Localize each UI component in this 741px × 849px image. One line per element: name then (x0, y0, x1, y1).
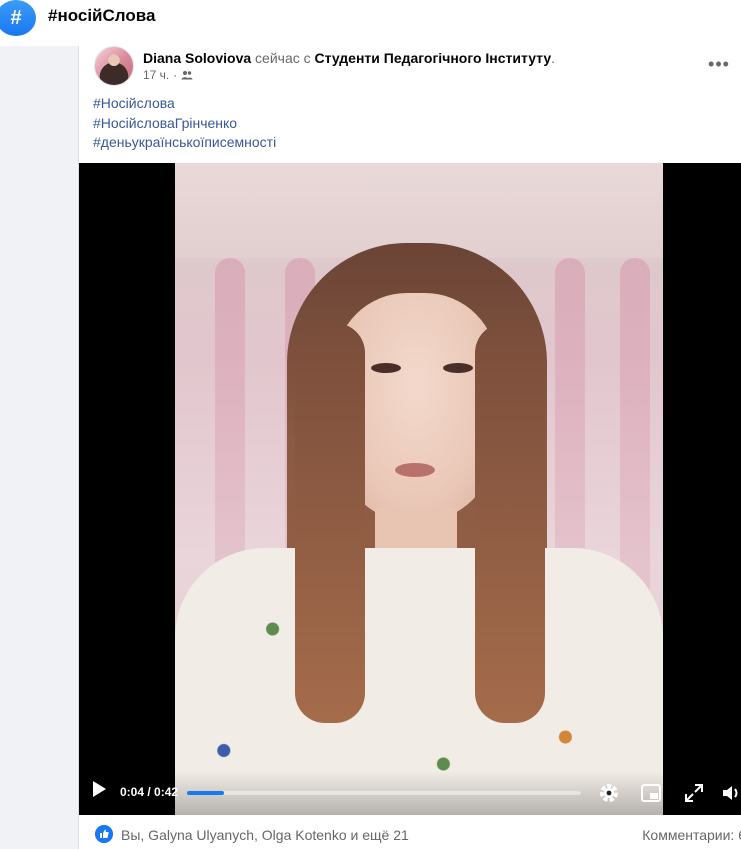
picture-in-picture-icon[interactable] (639, 781, 663, 805)
group-name-link[interactable]: Студенти Педагогічного Інституту (315, 50, 552, 66)
hashtag-link[interactable]: #НосійсловаГрінченко (93, 114, 276, 134)
post-time[interactable]: 17 ч. (143, 68, 169, 82)
video-progress-bar[interactable] (187, 791, 581, 795)
volume-icon[interactable] (719, 781, 741, 805)
video-controls: 0:04 / 0:42 (79, 771, 741, 815)
post-author-line: Diana Soloviova сейчас с Студенти Педаго… (143, 50, 556, 66)
author-name-link[interactable]: Diana Soloviova (143, 50, 251, 66)
more-dots-icon: ••• (708, 54, 730, 74)
video-frame (175, 163, 663, 815)
post-connector: сейчас с (255, 50, 311, 66)
comments-count-link[interactable]: Комментарии: 6 (642, 827, 741, 843)
hashtag-icon: # (0, 0, 36, 36)
video-time: 0:04 / 0:42 (120, 785, 179, 799)
fullscreen-icon[interactable] (682, 781, 706, 805)
more-options-button[interactable]: ••• (705, 55, 733, 78)
post-card: Diana Soloviova сейчас с Студенти Педаго… (78, 46, 741, 849)
post-hashtags: #Носійслова #НосійсловаГрінченко #деньук… (93, 94, 276, 153)
like-reaction-icon[interactable] (95, 825, 113, 843)
hashtag-link[interactable]: #деньукраїнськоїписемності (93, 133, 276, 153)
hashtag-link[interactable]: #Носійслова (93, 94, 276, 114)
hashtag-title[interactable]: #носійСлова (48, 6, 155, 26)
hashtag-header: # #носійСлова (0, 0, 741, 46)
friends-icon (181, 71, 193, 80)
reactors-link[interactable]: Вы, Galyna Ulyanych, Olga Kotenko и ещё … (121, 827, 409, 843)
play-icon[interactable] (93, 781, 106, 797)
author-avatar[interactable] (94, 46, 134, 86)
video-progress-fill (187, 791, 225, 795)
video-player[interactable]: 0:04 / 0:42 (79, 163, 741, 815)
post-reactions-bar: Вы, Galyna Ulyanych, Olga Kotenko и ещё … (79, 815, 741, 849)
post-meta: 17 ч. · (143, 68, 193, 82)
settings-icon[interactable] (597, 781, 621, 805)
